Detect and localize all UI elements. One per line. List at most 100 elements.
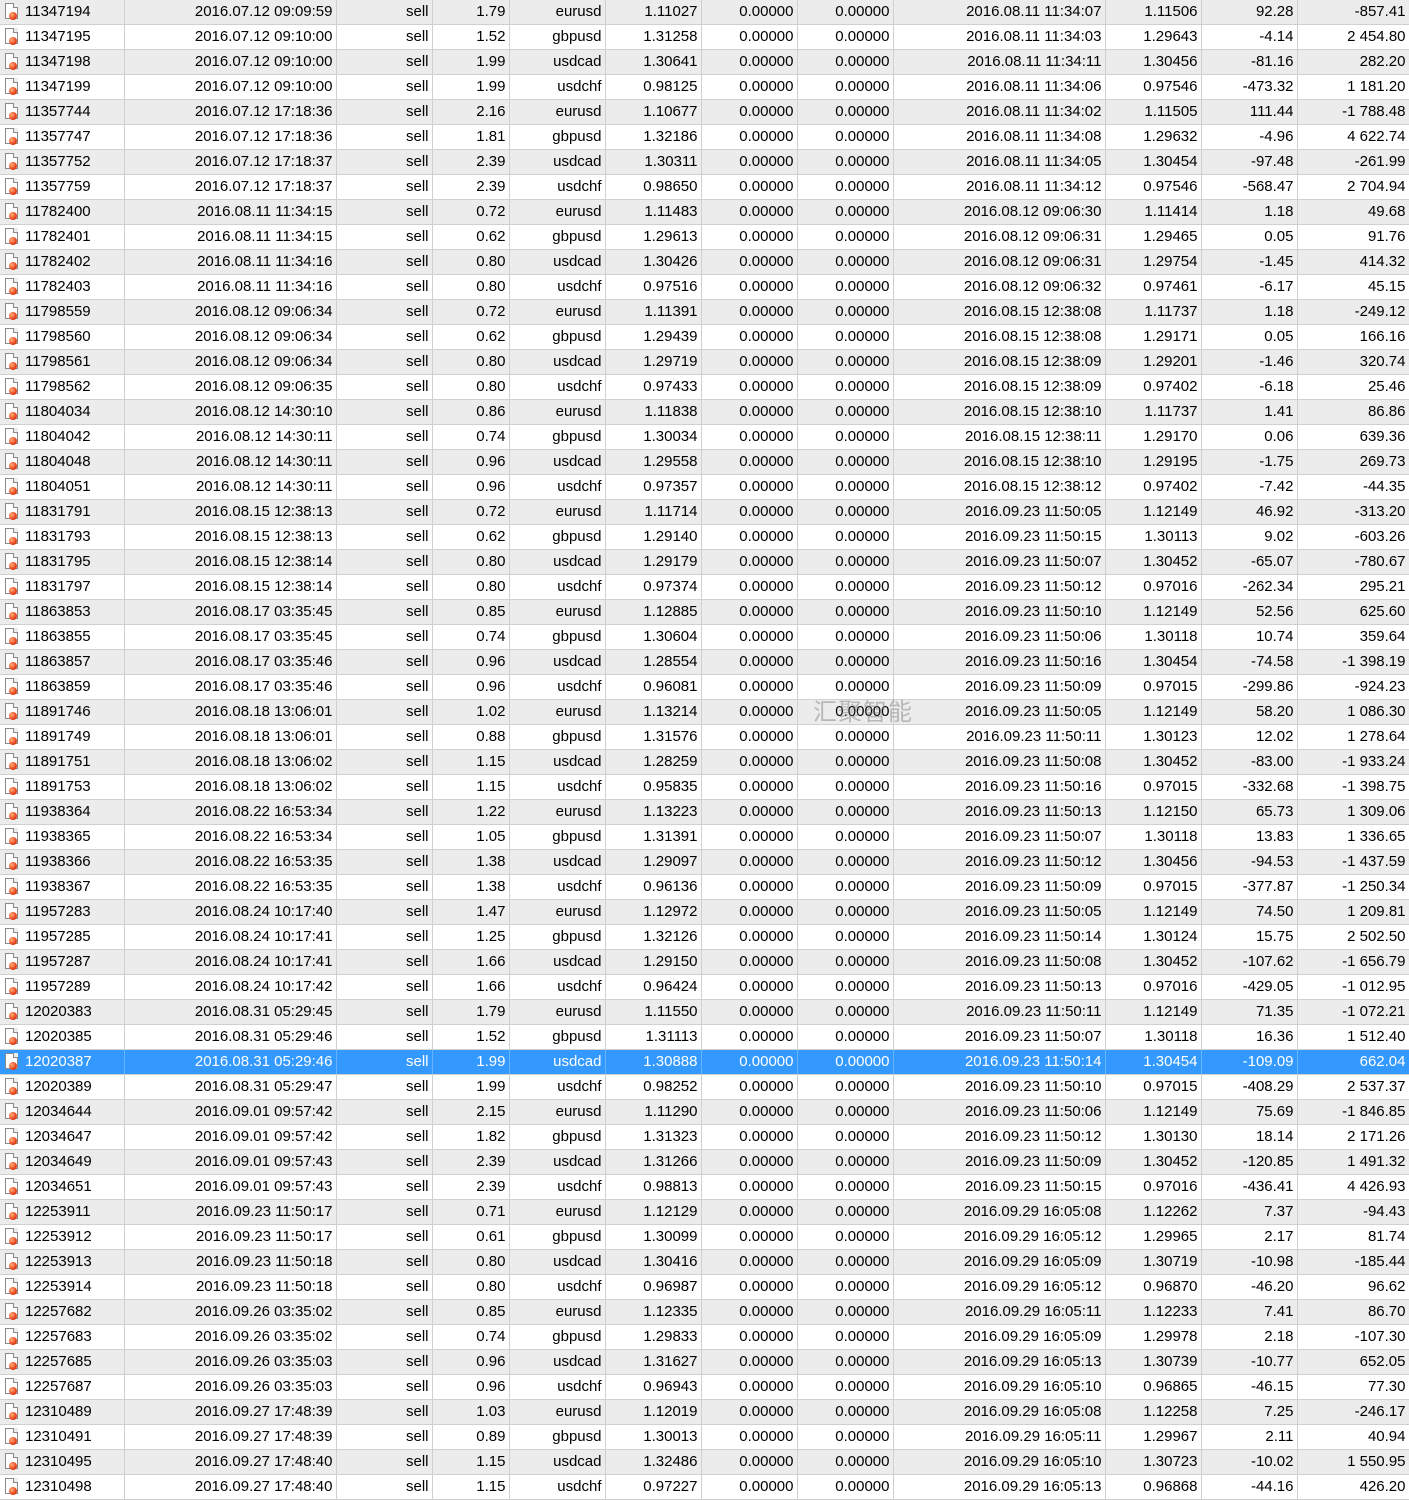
table-row[interactable]: 12253914 2016.09.23 11:50:18 sell 0.80 usdch… [0, 1274, 1409, 1300]
table-row[interactable]: 11804051 2016.08.12 14:30:11 sell 0.96 usdch… [0, 474, 1409, 500]
cell-ticket: 11798561 [0, 349, 125, 375]
table-row[interactable]: 11891749 2016.08.18 13:06:01 sell 0.88 gbpus… [0, 724, 1409, 750]
table-row[interactable]: 11782403 2016.08.11 11:34:16 sell 0.80 usdch… [0, 274, 1409, 300]
cell-symbol: usdchf [509, 474, 606, 500]
table-row[interactable]: 12253913 2016.09.23 11:50:18 sell 0.80 usdca… [0, 1249, 1409, 1275]
table-row[interactable]: 11891751 2016.08.18 13:06:02 sell 1.15 usdca… [0, 749, 1409, 775]
cell-profit: 40.94 [1297, 1424, 1409, 1450]
sell-order-icon [5, 253, 18, 270]
table-row[interactable]: 12020387 2016.08.31 05:29:46 sell 1.99 usdca… [0, 1049, 1409, 1075]
table-row[interactable]: 11782401 2016.08.11 11:34:15 sell 0.62 gbpus… [0, 224, 1409, 250]
table-row[interactable]: 12253912 2016.09.23 11:50:17 sell 0.61 gbpus… [0, 1224, 1409, 1250]
table-row[interactable]: 12310495 2016.09.27 17:48:40 sell 1.15 usdca… [0, 1449, 1409, 1475]
table-row[interactable]: 12253911 2016.09.23 11:50:17 sell 0.71 eurus… [0, 1199, 1409, 1225]
table-row[interactable]: 11863857 2016.08.17 03:35:46 sell 0.96 usdca… [0, 649, 1409, 675]
cell-stop-loss: 0.00000 [701, 99, 798, 125]
cell-ticket: 11957289 [0, 974, 125, 1000]
cell-take-profit: 0.00000 [797, 1049, 894, 1075]
cell-take-profit: 0.00000 [797, 1374, 894, 1400]
table-row[interactable]: 12034649 2016.09.01 09:57:43 sell 2.39 usdca… [0, 1149, 1409, 1175]
table-row[interactable]: 11347199 2016.07.12 09:10:00 sell 1.99 usdch… [0, 74, 1409, 100]
ticket-number: 11938367 [25, 878, 91, 895]
cell-take-profit: 0.00000 [797, 1199, 894, 1225]
table-row[interactable]: 12020389 2016.08.31 05:29:47 sell 1.99 usdch… [0, 1074, 1409, 1100]
table-row[interactable]: 11831797 2016.08.15 12:38:14 sell 0.80 usdch… [0, 574, 1409, 600]
cell-volume: 1.99 [432, 1049, 510, 1075]
table-row[interactable]: 11347194 2016.07.12 09:09:59 sell 1.79 eurus… [0, 0, 1409, 25]
table-row[interactable]: 11831791 2016.08.15 12:38:13 sell 0.72 eurus… [0, 499, 1409, 525]
cell-volume: 0.74 [432, 1324, 510, 1350]
cell-stop-loss: 0.00000 [701, 449, 798, 475]
table-row[interactable]: 11891746 2016.08.18 13:06:01 sell 1.02 eurus… [0, 699, 1409, 725]
table-row[interactable]: 11938367 2016.08.22 16:53:35 sell 1.38 usdch… [0, 874, 1409, 900]
table-row[interactable]: 11798560 2016.08.12 09:06:34 sell 0.62 gbpus… [0, 324, 1409, 350]
cell-open-time: 2016.08.11 11:34:16 [124, 249, 337, 275]
table-row[interactable]: 11831793 2016.08.15 12:38:13 sell 0.62 gbpus… [0, 524, 1409, 550]
table-row[interactable]: 12034647 2016.09.01 09:57:42 sell 1.82 gbpus… [0, 1124, 1409, 1150]
table-row[interactable]: 12257682 2016.09.26 03:35:02 sell 0.85 eurus… [0, 1299, 1409, 1325]
table-row[interactable]: 11804042 2016.08.12 14:30:11 sell 0.74 gbpus… [0, 424, 1409, 450]
cell-stop-loss: 0.00000 [701, 624, 798, 650]
table-row[interactable]: 11357759 2016.07.12 17:18:37 sell 2.39 usdch… [0, 174, 1409, 200]
table-row[interactable]: 12310489 2016.09.27 17:48:39 sell 1.03 eurus… [0, 1399, 1409, 1425]
cell-stop-loss: 0.00000 [701, 249, 798, 275]
table-row[interactable]: 11938365 2016.08.22 16:53:34 sell 1.05 gbpus… [0, 824, 1409, 850]
ticket-number: 11831795 [25, 553, 91, 570]
cell-symbol: gbpusd [509, 1424, 606, 1450]
table-row[interactable]: 11347198 2016.07.12 09:10:00 sell 1.99 usdca… [0, 49, 1409, 75]
table-row[interactable]: 12310498 2016.09.27 17:48:40 sell 1.15 usdch… [0, 1474, 1409, 1500]
cell-close-price: 1.30113 [1105, 524, 1202, 550]
cell-open-price: 1.30888 [605, 1049, 702, 1075]
table-row[interactable]: 11798559 2016.08.12 09:06:34 sell 0.72 eurus… [0, 299, 1409, 325]
cell-open-price: 1.29097 [605, 849, 702, 875]
table-row[interactable]: 11957283 2016.08.24 10:17:40 sell 1.47 eurus… [0, 899, 1409, 925]
cell-open-price: 1.30034 [605, 424, 702, 450]
table-row[interactable]: 11863859 2016.08.17 03:35:46 sell 0.96 usdch… [0, 674, 1409, 700]
table-row[interactable]: 11804048 2016.08.12 14:30:11 sell 0.96 usdca… [0, 449, 1409, 475]
table-row[interactable]: 11863855 2016.08.17 03:35:45 sell 0.74 gbpus… [0, 624, 1409, 650]
table-row[interactable]: 12257685 2016.09.26 03:35:03 sell 0.96 usdca… [0, 1349, 1409, 1375]
cell-symbol: gbpusd [509, 424, 606, 450]
table-row[interactable]: 11804034 2016.08.12 14:30:10 sell 0.86 eurus… [0, 399, 1409, 425]
table-row[interactable]: 11357752 2016.07.12 17:18:37 sell 2.39 usdca… [0, 149, 1409, 175]
table-row[interactable]: 11798562 2016.08.12 09:06:35 sell 0.80 usdch… [0, 374, 1409, 400]
table-row[interactable]: 12310491 2016.09.27 17:48:39 sell 0.89 gbpus… [0, 1424, 1409, 1450]
cell-take-profit: 0.00000 [797, 1324, 894, 1350]
table-row[interactable]: 11863853 2016.08.17 03:35:45 sell 0.85 eurus… [0, 599, 1409, 625]
table-row[interactable]: 11957287 2016.08.24 10:17:41 sell 1.66 usdca… [0, 949, 1409, 975]
table-row[interactable]: 11938364 2016.08.22 16:53:34 sell 1.22 eurus… [0, 799, 1409, 825]
table-row[interactable]: 12034644 2016.09.01 09:57:42 sell 2.15 eurus… [0, 1099, 1409, 1125]
table-row[interactable]: 11831795 2016.08.15 12:38:14 sell 0.80 usdca… [0, 549, 1409, 575]
cell-ticket: 11938366 [0, 849, 125, 875]
sell-order-icon [5, 628, 18, 645]
table-row[interactable]: 11347195 2016.07.12 09:10:00 sell 1.52 gbpus… [0, 24, 1409, 50]
cell-close-price: 0.96868 [1105, 1474, 1202, 1500]
cell-symbol: usdcad [509, 549, 606, 575]
table-row[interactable]: 11798561 2016.08.12 09:06:34 sell 0.80 usdca… [0, 349, 1409, 375]
cell-take-profit: 0.00000 [797, 499, 894, 525]
table-row[interactable]: 11938366 2016.08.22 16:53:35 sell 1.38 usdca… [0, 849, 1409, 875]
table-row[interactable]: 11357744 2016.07.12 17:18:36 sell 2.16 eurus… [0, 99, 1409, 125]
cell-symbol: gbpusd [509, 824, 606, 850]
cell-type: sell [336, 549, 433, 575]
table-row[interactable]: 11782400 2016.08.11 11:34:15 sell 0.72 eurus… [0, 199, 1409, 225]
table-row[interactable]: 11957289 2016.08.24 10:17:42 sell 1.66 usdch… [0, 974, 1409, 1000]
table-row[interactable]: 12257687 2016.09.26 03:35:03 sell 0.96 usdch… [0, 1374, 1409, 1400]
cell-profit: -603.26 [1297, 524, 1409, 550]
table-row[interactable]: 12020385 2016.08.31 05:29:46 sell 1.52 gbpus… [0, 1024, 1409, 1050]
cell-type: sell [336, 1099, 433, 1125]
cell-type: sell [336, 24, 433, 50]
cell-ticket: 11938364 [0, 799, 125, 825]
cell-swap: 58.20 [1201, 699, 1298, 725]
table-row[interactable]: 12020383 2016.08.31 05:29:45 sell 1.79 eurus… [0, 999, 1409, 1025]
cell-swap: 46.92 [1201, 499, 1298, 525]
table-row[interactable]: 12034651 2016.09.01 09:57:43 sell 2.39 usdch… [0, 1174, 1409, 1200]
table-row[interactable]: 12257683 2016.09.26 03:35:02 sell 0.74 gbpus… [0, 1324, 1409, 1350]
table-row[interactable]: 11782402 2016.08.11 11:34:16 sell 0.80 usdca… [0, 249, 1409, 275]
cell-swap: -81.16 [1201, 49, 1298, 75]
cell-take-profit: 0.00000 [797, 324, 894, 350]
cell-profit: 414.32 [1297, 249, 1409, 275]
table-row[interactable]: 11357747 2016.07.12 17:18:36 sell 1.81 gbpus… [0, 124, 1409, 150]
table-row[interactable]: 11957285 2016.08.24 10:17:41 sell 1.25 gbpus… [0, 924, 1409, 950]
table-row[interactable]: 11891753 2016.08.18 13:06:02 sell 1.15 usdch… [0, 774, 1409, 800]
